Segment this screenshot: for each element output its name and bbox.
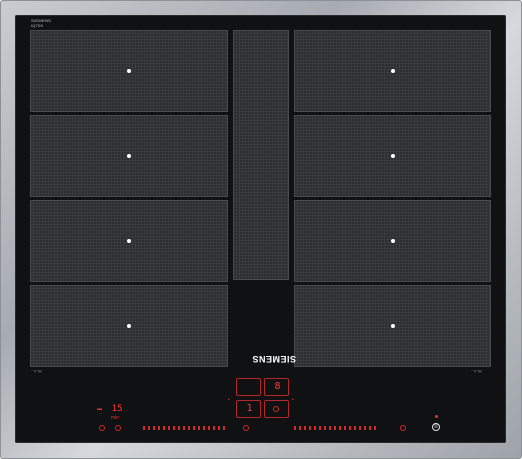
left-power-slider[interactable] [143, 426, 228, 430]
display-bottom-left: 1 [236, 400, 261, 418]
lock-icon[interactable] [273, 406, 279, 412]
power-icon[interactable]: ① [432, 423, 440, 431]
timer-readout: 15 [111, 404, 123, 414]
center-zone[interactable] [233, 30, 289, 280]
top-digit: 8 [274, 381, 281, 392]
left-zone-3[interactable] [30, 200, 228, 282]
left-zone-1[interactable] [30, 30, 228, 112]
display-bottom-right [264, 400, 289, 418]
zone-center-dot [391, 69, 395, 73]
right-zone-4[interactable] [294, 285, 491, 367]
clock-icon[interactable] [115, 425, 121, 431]
right-zone-1[interactable] [294, 30, 491, 112]
wipe-protect-icon[interactable] [400, 425, 406, 431]
timer-dash: ▬ [97, 406, 102, 412]
zone-center-dot [391, 324, 395, 328]
zone-center-dot [127, 239, 131, 243]
left-zone-4[interactable] [30, 285, 228, 367]
center-select-icon[interactable] [243, 425, 249, 431]
left-corner-label: fN 4... [31, 369, 42, 374]
right-zone-2[interactable] [294, 115, 491, 197]
zone-center-dot [391, 154, 395, 158]
zone-center-dot [127, 69, 131, 73]
right-power-slider[interactable] [294, 426, 379, 430]
cooktop-frame: SIEMENS iQ700 SIEMENS fN 4... fN 4... 8 … [0, 0, 522, 459]
display-top-right: 8 [264, 378, 289, 396]
zone-center-dot [391, 239, 395, 243]
timer-icon[interactable] [99, 425, 105, 431]
power-indicator-led [435, 415, 438, 418]
series-badge-line2: iQ700 [31, 23, 44, 28]
timer-unit: min [111, 415, 120, 421]
zone-center-dot [127, 154, 131, 158]
zone-center-dot [127, 324, 131, 328]
display-top [236, 378, 261, 396]
glass-surface: SIEMENS iQ700 SIEMENS fN 4... fN 4... 8 … [15, 15, 506, 443]
indicator-right: • [292, 397, 294, 403]
left-zone-2[interactable] [30, 115, 228, 197]
right-zone-3[interactable] [294, 200, 491, 282]
brand-logo: SIEMENS [251, 354, 296, 364]
right-corner-label: fN 4... [471, 369, 482, 374]
mid-digit: 1 [246, 403, 253, 414]
indicator-left: • [228, 397, 230, 403]
